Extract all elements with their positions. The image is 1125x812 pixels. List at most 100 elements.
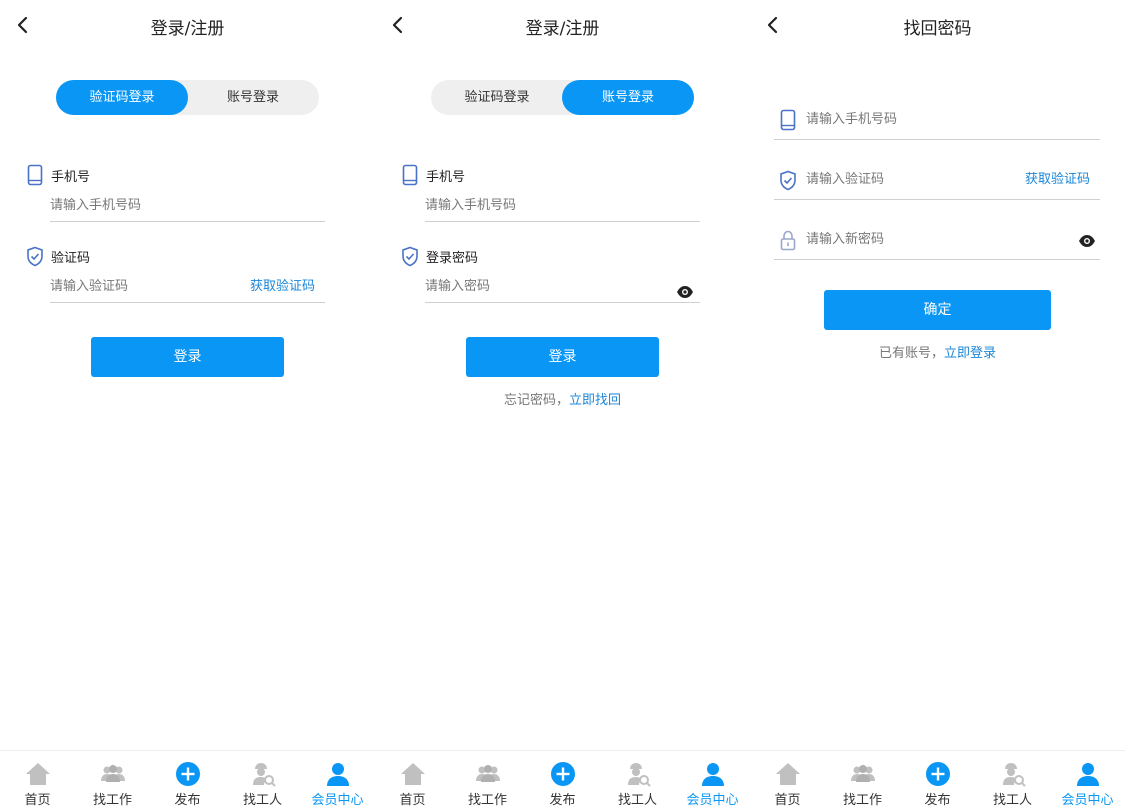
phone-placeholder: 请输入手机号码 [50, 198, 142, 213]
publish-icon [175, 761, 201, 787]
tab-label: 找工人 [242, 793, 282, 808]
login-now-link[interactable]: 立即登录 [944, 346, 996, 361]
tab-account-login[interactable]: 账号登录 [562, 80, 694, 115]
code-label: 验证码 [26, 245, 90, 267]
phone-input[interactable]: 请输入手机号码 [774, 100, 1100, 140]
tab-find-worker[interactable]: 找工人 [975, 751, 1050, 812]
tab-find-worker[interactable]: 找工人 [600, 751, 675, 812]
password-placeholder: 请输入密码 [425, 279, 491, 294]
tab-code-login[interactable]: 验证码登录 [431, 80, 563, 115]
shield-icon [779, 169, 797, 191]
tab-home[interactable]: 首页 [750, 751, 825, 812]
has-account-hint: 已有账号，立即登录 [750, 342, 1125, 361]
eye-icon[interactable] [1078, 233, 1096, 247]
tab-find-job[interactable]: 找工作 [450, 751, 525, 812]
tab-home[interactable]: 首页 [0, 751, 75, 812]
phone-placeholder: 请输入手机号码 [425, 198, 517, 213]
tab-label: 发布 [924, 793, 951, 808]
publish-icon [925, 761, 951, 787]
publish-icon [550, 761, 576, 787]
tab-label: 发布 [549, 793, 576, 808]
tab-label: 找工作 [842, 793, 882, 808]
recover-now-link[interactable]: 立即找回 [569, 393, 621, 408]
new-password-placeholder: 请输入新密码 [806, 232, 885, 247]
phone-icon [26, 164, 44, 186]
tab-find-job[interactable]: 找工作 [75, 751, 150, 812]
lock-icon [779, 229, 797, 251]
tab-label: 会员中心 [1061, 793, 1114, 808]
login-mode-toggle: 验证码登录 账号登录 [431, 80, 694, 115]
tab-account-login[interactable]: 账号登录 [187, 80, 319, 115]
tab-find-worker[interactable]: 找工人 [225, 751, 300, 812]
bottom-tab-bar: 首页 找工作 发布 找工人 会员中心 [375, 750, 750, 812]
tab-publish[interactable]: 发布 [525, 751, 600, 812]
find-worker-icon [625, 761, 651, 787]
tab-label: 找工作 [467, 793, 507, 808]
screen-reset-password: 找回密码 请输入手机号码 请输入验证码 获取验证码 请输入新密码 确定 已有账号… [750, 0, 1125, 812]
phone-input[interactable]: 请输入手机号码 [425, 190, 700, 222]
code-label-text: 验证码 [51, 250, 91, 266]
member-icon [700, 761, 726, 787]
page-title: 登录/注册 [150, 19, 225, 39]
eye-icon[interactable] [676, 280, 694, 298]
tab-find-job[interactable]: 找工作 [825, 751, 900, 812]
shield-icon [401, 245, 419, 267]
top-bar: 找回密码 [750, 0, 1125, 52]
home-icon [775, 761, 801, 787]
tab-label: 找工作 [92, 793, 132, 808]
code-input[interactable]: 请输入验证码 获取验证码 [50, 271, 325, 303]
bottom-tab-bar: 首页 找工作 发布 找工人 会员中心 [750, 750, 1125, 812]
tab-label: 找工人 [992, 793, 1032, 808]
password-input[interactable]: 请输入密码 [425, 271, 700, 303]
password-label: 登录密码 [401, 245, 478, 267]
tab-code-login[interactable]: 验证码登录 [56, 80, 188, 115]
tab-member-center[interactable]: 会员中心 [675, 751, 750, 812]
phone-placeholder: 请输入手机号码 [806, 112, 898, 127]
tab-label: 找工人 [617, 793, 657, 808]
member-icon [1075, 761, 1101, 787]
tab-label: 发布 [174, 793, 201, 808]
get-code-link[interactable]: 获取验证码 [250, 271, 315, 303]
find-job-icon [475, 761, 501, 787]
home-icon [400, 761, 426, 787]
tab-label: 首页 [24, 793, 51, 808]
phone-icon [401, 164, 419, 186]
tab-publish[interactable]: 发布 [150, 751, 225, 812]
find-worker-icon [1000, 761, 1026, 787]
get-code-link[interactable]: 获取验证码 [1025, 160, 1090, 200]
home-icon [25, 761, 51, 787]
page-title: 找回密码 [903, 19, 972, 39]
forgot-password-hint: 忘记密码，立即找回 [375, 389, 750, 408]
tab-label: 首页 [399, 793, 426, 808]
tab-member-center[interactable]: 会员中心 [300, 751, 375, 812]
member-icon [325, 761, 351, 787]
phone-label-text: 手机号 [426, 169, 466, 185]
find-job-icon [850, 761, 876, 787]
confirm-button[interactable]: 确定 [824, 290, 1051, 330]
phone-label-text: 手机号 [51, 169, 91, 185]
login-button[interactable]: 登录 [91, 337, 284, 377]
find-worker-icon [250, 761, 276, 787]
tab-publish[interactable]: 发布 [900, 751, 975, 812]
phone-label: 手机号 [26, 164, 90, 186]
screen-account-login: 登录/注册 验证码登录 账号登录 手机号 请输入手机号码 登录密码 请输入密码 … [375, 0, 750, 812]
phone-icon [779, 109, 797, 131]
top-bar: 登录/注册 [0, 0, 375, 52]
page-title: 登录/注册 [525, 19, 600, 39]
phone-input[interactable]: 请输入手机号码 [50, 190, 325, 222]
code-placeholder: 请输入验证码 [50, 279, 129, 294]
tab-member-center[interactable]: 会员中心 [1050, 751, 1125, 812]
login-mode-toggle: 验证码登录 账号登录 [56, 80, 319, 115]
forgot-text: 忘记密码， [503, 393, 569, 408]
new-password-input[interactable]: 请输入新密码 [774, 220, 1100, 260]
bottom-tab-bar: 首页 找工作 发布 找工人 会员中心 [0, 750, 375, 812]
screen-code-login: 登录/注册 验证码登录 账号登录 手机号 请输入手机号码 验证码 请输入验证码 … [0, 0, 375, 812]
login-button[interactable]: 登录 [466, 337, 659, 377]
tab-label: 会员中心 [311, 793, 364, 808]
shield-icon [26, 245, 44, 267]
has-account-text: 已有账号， [878, 346, 944, 361]
tab-home[interactable]: 首页 [375, 751, 450, 812]
code-input[interactable]: 请输入验证码 获取验证码 [774, 160, 1100, 200]
tab-label: 首页 [774, 793, 801, 808]
find-job-icon [100, 761, 126, 787]
